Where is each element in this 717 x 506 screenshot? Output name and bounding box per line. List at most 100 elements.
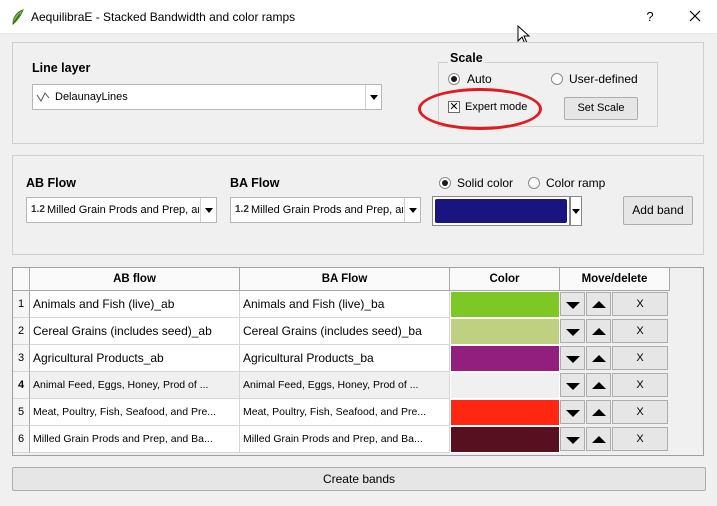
- row-number[interactable]: 5: [13, 399, 30, 426]
- line-layer-label: Line layer: [32, 61, 91, 75]
- scale-auto-radio[interactable]: [448, 73, 460, 85]
- color-picker-button[interactable]: [432, 196, 570, 226]
- move-up-button[interactable]: [586, 292, 611, 316]
- color-cell[interactable]: [450, 426, 560, 453]
- arrow-up-icon: [592, 409, 606, 416]
- delete-button[interactable]: X: [612, 346, 668, 370]
- create-bands-button[interactable]: Create bands: [12, 467, 706, 491]
- ab-flow-select[interactable]: 1.2 Milled Grain Prods and Prep, ar: [26, 197, 217, 223]
- ab-flow-cell[interactable]: Animals and Fish (live)_ab: [30, 291, 240, 318]
- header-ab-flow[interactable]: AB flow: [30, 268, 240, 291]
- move-down-button[interactable]: [560, 373, 585, 397]
- ba-flow-cell[interactable]: Agricultural Products_ba: [240, 345, 450, 372]
- table-row: 3 Agricultural Products_ab Agricultural …: [13, 345, 670, 372]
- scale-label: Scale: [448, 51, 485, 65]
- chevron-down-icon[interactable]: [404, 198, 420, 222]
- bands-table: AB flow BA Flow Color Move/delete 1 Anim…: [12, 267, 704, 456]
- color-cell[interactable]: [450, 399, 560, 426]
- scale-user-defined-label: User-defined: [569, 72, 638, 86]
- row-number[interactable]: 3: [13, 345, 30, 372]
- arrow-down-icon: [566, 329, 580, 336]
- color-cell[interactable]: [450, 345, 560, 372]
- window-title: AequilibraE - Stacked Bandwidth and colo…: [31, 10, 296, 24]
- move-up-button[interactable]: [586, 319, 611, 343]
- move-up-button[interactable]: [586, 427, 611, 451]
- move-down-button[interactable]: [560, 346, 585, 370]
- arrow-down-icon: [566, 356, 580, 363]
- line-layer-icon: [36, 92, 50, 102]
- color-ramp-label: Color ramp: [546, 176, 606, 190]
- ab-flow-label: AB Flow: [26, 176, 76, 190]
- header-move-delete[interactable]: Move/delete: [560, 268, 670, 291]
- row-number[interactable]: 1: [13, 291, 30, 318]
- table-row: 2 Cereal Grains (includes seed)_ab Cerea…: [13, 318, 670, 345]
- chevron-down-icon: [572, 209, 580, 214]
- table-corner: [13, 268, 30, 291]
- scale-auto-label: Auto: [467, 72, 492, 86]
- ba-flow-value: Milled Grain Prods and Prep, ar: [251, 204, 403, 216]
- annotation-ellipse: [418, 88, 542, 130]
- ab-flow-cell[interactable]: Milled Grain Prods and Prep, and Ba...: [30, 426, 240, 453]
- ba-flow-select[interactable]: 1.2 Milled Grain Prods and Prep, ar: [230, 197, 421, 223]
- color-cell[interactable]: [450, 291, 560, 318]
- delete-button[interactable]: X: [612, 292, 668, 316]
- ba-flow-label: BA Flow: [230, 176, 280, 190]
- row-number[interactable]: 6: [13, 426, 30, 453]
- move-down-button[interactable]: [560, 427, 585, 451]
- ab-flow-type-icon: 1.2: [31, 204, 45, 215]
- chevron-down-icon[interactable]: [200, 198, 216, 222]
- delete-button[interactable]: X: [612, 319, 668, 343]
- scale-user-defined-radio[interactable]: [551, 73, 563, 85]
- title-bar: AequilibraE - Stacked Bandwidth and colo…: [0, 0, 717, 34]
- ba-flow-cell[interactable]: Animals and Fish (live)_ba: [240, 291, 450, 318]
- arrow-down-icon: [566, 437, 580, 444]
- table-row: 4 Animal Feed, Eggs, Honey, Prod of ... …: [13, 372, 670, 399]
- ba-flow-cell[interactable]: Animal Feed, Eggs, Honey, Prod of ...: [240, 372, 450, 399]
- ab-flow-cell[interactable]: Cereal Grains (includes seed)_ab: [30, 318, 240, 345]
- color-swatch: [435, 199, 567, 223]
- header-color[interactable]: Color: [450, 268, 560, 291]
- arrow-down-icon: [566, 302, 580, 309]
- arrow-up-icon: [592, 301, 606, 308]
- delete-button[interactable]: X: [612, 400, 668, 424]
- line-layer-select[interactable]: DelaunayLines: [32, 84, 382, 110]
- move-up-button[interactable]: [586, 346, 611, 370]
- header-ba-flow[interactable]: BA Flow: [240, 268, 450, 291]
- color-picker-dropdown[interactable]: [570, 196, 582, 226]
- move-down-button[interactable]: [560, 400, 585, 424]
- help-button[interactable]: ?: [640, 7, 660, 27]
- table-row: 1 Animals and Fish (live)_ab Animals and…: [13, 291, 670, 318]
- ba-flow-cell[interactable]: Milled Grain Prods and Prep, and Ba...: [240, 426, 450, 453]
- ba-flow-cell[interactable]: Cereal Grains (includes seed)_ba: [240, 318, 450, 345]
- chevron-down-icon[interactable]: [365, 85, 381, 109]
- move-up-button[interactable]: [586, 400, 611, 424]
- move-down-button[interactable]: [560, 319, 585, 343]
- arrow-up-icon: [592, 355, 606, 362]
- ba-flow-type-icon: 1.2: [235, 204, 249, 215]
- delete-button[interactable]: X: [612, 427, 668, 451]
- solid-color-radio[interactable]: [439, 177, 451, 189]
- ba-flow-cell[interactable]: Meat, Poultry, Fish, Seafood, and Pre...: [240, 399, 450, 426]
- move-up-button[interactable]: [586, 373, 611, 397]
- color-cell[interactable]: [450, 372, 560, 399]
- move-down-button[interactable]: [560, 292, 585, 316]
- ab-flow-cell[interactable]: Meat, Poultry, Fish, Seafood, and Pre...: [30, 399, 240, 426]
- delete-button[interactable]: X: [612, 373, 668, 397]
- close-icon[interactable]: [684, 5, 706, 27]
- arrow-up-icon: [592, 382, 606, 389]
- color-cell[interactable]: [450, 318, 560, 345]
- arrow-up-icon: [592, 328, 606, 335]
- add-band-button[interactable]: Add band: [623, 196, 693, 225]
- ab-flow-cell[interactable]: Animal Feed, Eggs, Honey, Prod of ...: [30, 372, 240, 399]
- arrow-up-icon: [592, 436, 606, 443]
- set-scale-button[interactable]: Set Scale: [564, 97, 638, 120]
- table-row: 5 Meat, Poultry, Fish, Seafood, and Pre.…: [13, 399, 670, 426]
- ab-flow-value: Milled Grain Prods and Prep, ar: [47, 204, 199, 216]
- row-number[interactable]: 4: [13, 372, 30, 399]
- aequilibrae-logo-icon: [12, 9, 24, 25]
- ab-flow-cell[interactable]: Agricultural Products_ab: [30, 345, 240, 372]
- row-number[interactable]: 2: [13, 318, 30, 345]
- arrow-down-icon: [566, 410, 580, 417]
- table-row: 6 Milled Grain Prods and Prep, and Ba...…: [13, 426, 670, 453]
- color-ramp-radio[interactable]: [528, 177, 540, 189]
